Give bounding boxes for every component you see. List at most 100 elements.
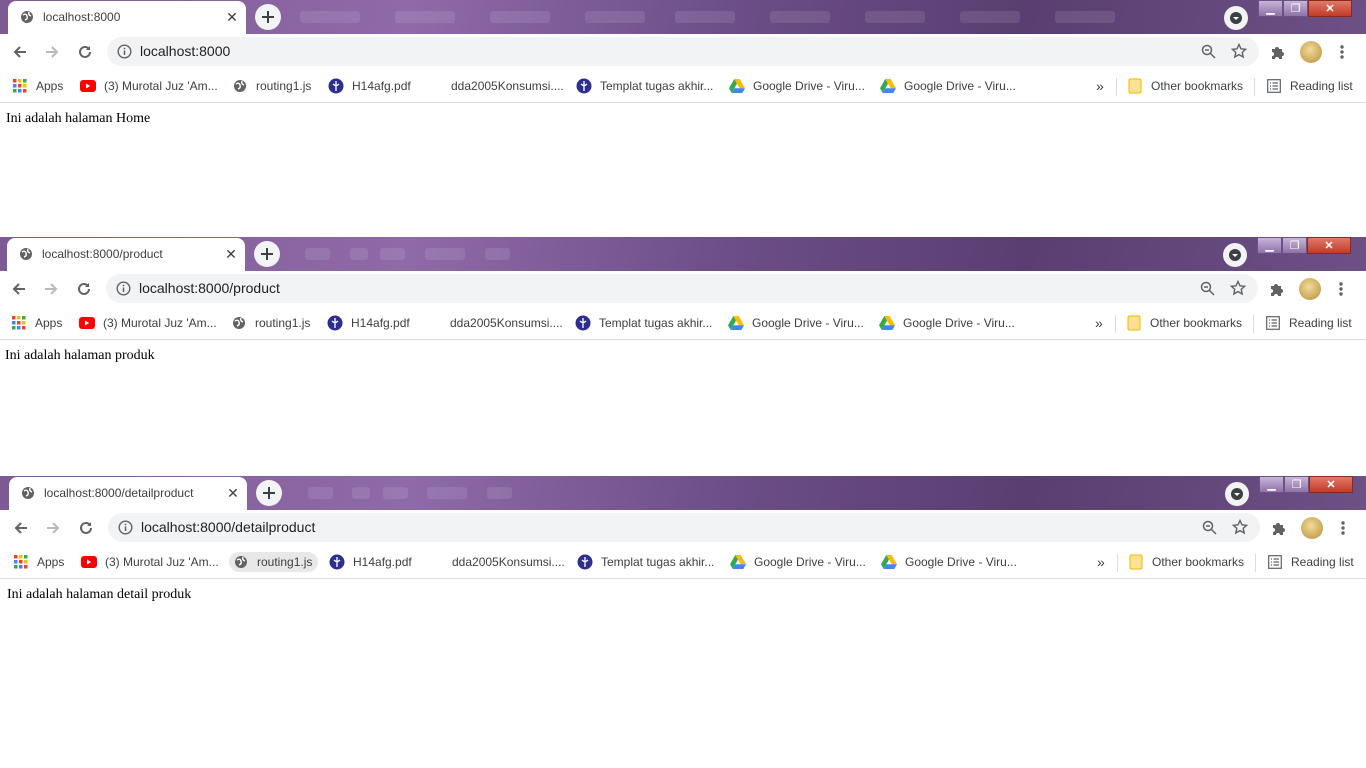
bookmark-item[interactable]: Google Drive - Viru...	[881, 552, 1017, 572]
extensions-button[interactable]	[1265, 277, 1289, 301]
reload-icon	[79, 45, 91, 58]
bookmark-star-icon[interactable]	[1229, 279, 1247, 301]
tab-close-icon[interactable]: ✕	[223, 246, 239, 262]
menu-button[interactable]	[1331, 516, 1355, 540]
arrow-right-icon	[47, 522, 60, 534]
bookmark-item[interactable]: H14afg.pdf	[327, 313, 410, 333]
menu-button[interactable]	[1330, 40, 1354, 64]
tab-title: localhost:8000/detailproduct	[44, 486, 194, 500]
bookmarks-overflow-button[interactable]: »	[1095, 313, 1103, 333]
bookmark-star-icon[interactable]	[1230, 42, 1248, 64]
new-tab-button[interactable]	[256, 480, 282, 506]
new-tab-button[interactable]	[254, 241, 280, 267]
tab-search-button[interactable]	[1225, 482, 1249, 506]
back-button[interactable]	[7, 277, 31, 301]
bookmark-item[interactable]: H14afg.pdf	[329, 552, 412, 572]
restore-button[interactable]: ❐	[1284, 476, 1309, 493]
profile-avatar[interactable]	[1299, 278, 1321, 300]
tab-search-button[interactable]	[1224, 6, 1248, 30]
reading-list-button[interactable]: Reading list	[1266, 76, 1353, 96]
forward-button[interactable]	[40, 40, 64, 64]
back-button[interactable]	[9, 516, 33, 540]
address-bar[interactable]: localhost:8000/detailproduct	[108, 513, 1260, 542]
bookmark-item[interactable]: dda2005Konsumsi....	[426, 313, 563, 333]
bookmark-apps[interactable]: Apps	[12, 76, 63, 96]
bookmark-item-hovered[interactable]: routing1.js	[229, 552, 319, 572]
kebab-menu-icon	[1341, 521, 1345, 535]
forward-button[interactable]	[41, 516, 65, 540]
menu-button[interactable]	[1329, 277, 1353, 301]
address-bar[interactable]: localhost:8000	[107, 37, 1259, 66]
bookmark-item[interactable]: Templat tugas akhir...	[576, 76, 713, 96]
bookmark-item[interactable]: Google Drive - Viru...	[729, 76, 865, 96]
url-text[interactable]: localhost:8000/detailproduct	[141, 519, 315, 535]
extensions-button[interactable]	[1266, 40, 1290, 64]
tab-active[interactable]: localhost:8000/product ✕	[7, 238, 245, 271]
bookmark-label: routing1.js	[257, 555, 313, 569]
bookmark-item[interactable]: (3) Murotal Juz 'Am...	[79, 313, 217, 333]
bookmark-star-icon[interactable]	[1231, 518, 1249, 540]
reload-button[interactable]	[72, 277, 96, 301]
other-bookmarks-folder[interactable]: Other bookmarks	[1128, 552, 1244, 572]
close-window-button[interactable]: ✕	[1308, 0, 1352, 17]
bookmark-item[interactable]: Templat tugas akhir...	[575, 313, 712, 333]
tab-search-button[interactable]	[1223, 243, 1247, 267]
bookmark-item[interactable]: Google Drive - Viru...	[730, 552, 866, 572]
bookmark-item[interactable]: Google Drive - Viru...	[879, 313, 1015, 333]
profile-avatar[interactable]	[1301, 517, 1323, 539]
close-window-button[interactable]: ✕	[1307, 237, 1351, 254]
profile-avatar[interactable]	[1300, 41, 1322, 63]
info-icon[interactable]	[116, 281, 131, 296]
bookmark-item[interactable]: (3) Murotal Juz 'Am...	[80, 76, 218, 96]
window-controls: ▁ ❐ ✕	[1257, 237, 1351, 255]
bookmarks-overflow-button[interactable]: »	[1097, 552, 1105, 572]
restore-button[interactable]: ❐	[1283, 0, 1308, 17]
bookmark-item[interactable]: routing1.js	[232, 76, 311, 96]
reading-list-button[interactable]: Reading list	[1267, 552, 1354, 572]
restore-button[interactable]: ❐	[1282, 237, 1307, 254]
info-icon[interactable]	[117, 44, 132, 59]
bookmark-label: routing1.js	[256, 79, 312, 93]
tab-active[interactable]: localhost:8000/detailproduct ✕	[9, 477, 247, 510]
other-bookmarks-folder[interactable]: Other bookmarks	[1127, 76, 1243, 96]
close-window-button[interactable]: ✕	[1309, 476, 1353, 493]
bookmark-item[interactable]: H14afg.pdf	[328, 76, 411, 96]
back-button[interactable]	[8, 40, 32, 64]
bookmark-apps[interactable]: Apps	[13, 552, 64, 572]
reload-button[interactable]	[74, 516, 98, 540]
bookmarks-overflow-button[interactable]: »	[1096, 76, 1104, 96]
address-bar[interactable]: localhost:8000/product	[106, 274, 1258, 303]
tab-close-icon[interactable]: ✕	[225, 485, 241, 501]
info-icon[interactable]	[118, 520, 133, 535]
reading-list-button[interactable]: Reading list	[1265, 313, 1352, 333]
page-text: Ini adalah halaman detail produk	[7, 587, 192, 602]
zoom-icon[interactable]	[1200, 281, 1215, 301]
browser-window-home: localhost:8000 ✕ ▁ ❐ ✕ localhost:8000 Ap…	[0, 0, 1366, 237]
bookmark-item[interactable]: routing1.js	[231, 313, 310, 333]
tab-close-icon[interactable]: ✕	[224, 9, 240, 25]
tab-active[interactable]: localhost:8000 ✕	[8, 1, 246, 34]
bookmark-item[interactable]: (3) Murotal Juz 'Am...	[81, 552, 219, 572]
zoom-icon[interactable]	[1201, 44, 1216, 64]
bookmark-item[interactable]: dda2005Konsumsi....	[428, 552, 565, 572]
extensions-button[interactable]	[1267, 516, 1291, 540]
minimize-button[interactable]: ▁	[1258, 0, 1283, 17]
bookmark-label: Templat tugas akhir...	[601, 555, 715, 569]
bookmark-item[interactable]: Google Drive - Viru...	[880, 76, 1016, 96]
bookmark-item[interactable]: dda2005Konsumsi....	[427, 76, 564, 96]
university-logo-icon	[577, 554, 593, 570]
url-text[interactable]: localhost:8000	[140, 43, 230, 59]
new-tab-button[interactable]	[255, 4, 281, 30]
minimize-button[interactable]: ▁	[1259, 476, 1284, 493]
reload-button[interactable]	[73, 40, 97, 64]
other-bookmarks-folder[interactable]: Other bookmarks	[1126, 313, 1242, 333]
minimize-button[interactable]: ▁	[1257, 237, 1282, 254]
bookmark-item[interactable]: Templat tugas akhir...	[577, 552, 714, 572]
blank-icon	[427, 78, 443, 94]
url-text[interactable]: localhost:8000/product	[139, 280, 280, 296]
arrow-left-icon	[14, 522, 27, 534]
zoom-icon[interactable]	[1202, 520, 1217, 540]
bookmark-item[interactable]: Google Drive - Viru...	[728, 313, 864, 333]
bookmark-apps[interactable]: Apps	[11, 313, 62, 333]
forward-button[interactable]	[39, 277, 63, 301]
